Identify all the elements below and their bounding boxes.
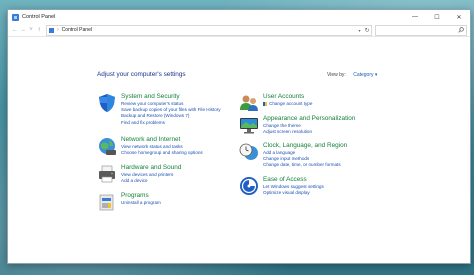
title-bar[interactable]: Control Panel — ☐ ✕ xyxy=(8,10,470,24)
page-title: Adjust your computer's settings xyxy=(97,71,186,78)
breadcrumb-separator[interactable]: › xyxy=(57,27,59,33)
up-arrow-icon[interactable]: ↑ xyxy=(35,27,43,33)
link-adjust-resolution[interactable]: Adjust screen resolution xyxy=(263,129,355,135)
window-title: Control Panel xyxy=(22,14,56,20)
window-controls: — ☐ ✕ xyxy=(404,10,470,24)
category-appearance: Appearance and Personalization Change th… xyxy=(239,115,355,135)
users-icon[interactable] xyxy=(239,93,259,113)
category-title-appearance[interactable]: Appearance and Personalization xyxy=(263,115,355,123)
control-panel-content: Adjust your computer's settings View by:… xyxy=(8,37,470,263)
view-by-label: View by: xyxy=(327,72,346,78)
category-network-internet: Network and Internet View network status… xyxy=(97,136,203,156)
breadcrumb-control-panel[interactable]: Control Panel xyxy=(62,27,92,33)
recent-locations-chevron-icon[interactable]: ˅ xyxy=(27,27,35,33)
search-icon[interactable] xyxy=(458,26,464,33)
back-arrow-icon[interactable]: ← xyxy=(11,27,19,33)
category-clock-region: Clock, Language, and Region Add a langua… xyxy=(239,142,347,169)
maximize-button[interactable]: ☐ xyxy=(426,10,448,24)
control-panel-small-icon xyxy=(49,27,54,33)
category-ease-access: Ease of Access Let Windows suggest setti… xyxy=(239,176,324,196)
forward-arrow-icon[interactable]: → xyxy=(19,27,27,33)
minimize-button[interactable]: — xyxy=(404,10,426,24)
category-title-system-security[interactable]: System and Security xyxy=(121,93,221,101)
display-icon[interactable] xyxy=(239,115,259,135)
close-button[interactable]: ✕ xyxy=(448,10,470,24)
search-field[interactable] xyxy=(375,24,467,41)
shield-icon[interactable] xyxy=(97,93,117,113)
address-dropdown-icon[interactable]: ▾ xyxy=(356,28,363,33)
clock-globe-icon[interactable] xyxy=(239,142,259,162)
link-find-fix-problems[interactable]: Find and fix problems xyxy=(121,120,221,126)
uac-shield-icon xyxy=(263,101,267,106)
category-user-accounts: User Accounts Change account type xyxy=(239,93,312,113)
globe-network-icon[interactable] xyxy=(97,136,117,156)
category-title-network-internet[interactable]: Network and Internet xyxy=(121,136,203,144)
category-title-hardware-sound[interactable]: Hardware and Sound xyxy=(121,164,181,172)
link-optimize-visual[interactable]: Optimize visual display xyxy=(263,190,324,196)
control-panel-app-icon xyxy=(12,13,19,21)
link-date-time-formats[interactable]: Change date, time, or number formats xyxy=(263,162,347,168)
link-uninstall-program[interactable]: Uninstall a program xyxy=(121,200,161,206)
category-title-user-accounts[interactable]: User Accounts xyxy=(263,93,312,101)
programs-icon[interactable] xyxy=(97,192,117,212)
ease-of-access-icon[interactable] xyxy=(239,176,259,196)
view-by-dropdown[interactable]: Category ▾ xyxy=(353,72,377,78)
refresh-icon[interactable]: ↻ xyxy=(363,27,371,34)
category-programs: Programs Uninstall a program xyxy=(97,192,161,212)
link-change-account-type[interactable]: Change account type xyxy=(263,101,312,107)
category-system-security: System and Security Review your computer… xyxy=(97,93,221,126)
view-by: View by: Category ▾ xyxy=(327,72,377,78)
category-title-ease-access[interactable]: Ease of Access xyxy=(263,176,324,184)
printer-icon[interactable] xyxy=(97,164,117,184)
link-add-device[interactable]: Add a device xyxy=(121,178,181,184)
category-title-programs[interactable]: Programs xyxy=(121,192,161,200)
category-title-clock-region[interactable]: Clock, Language, and Region xyxy=(263,142,347,150)
address-bar: ← → ˅ ↑ › Control Panel ▾ ↻ xyxy=(8,24,470,41)
link-homegroup-sharing[interactable]: Choose homegroup and sharing options xyxy=(121,150,203,156)
category-hardware-sound: Hardware and Sound View devices and prin… xyxy=(97,164,181,184)
control-panel-window: Control Panel — ☐ ✕ ← → ˅ ↑ › Control Pa… xyxy=(7,9,471,264)
address-field[interactable]: › Control Panel ▾ ↻ xyxy=(46,24,372,36)
